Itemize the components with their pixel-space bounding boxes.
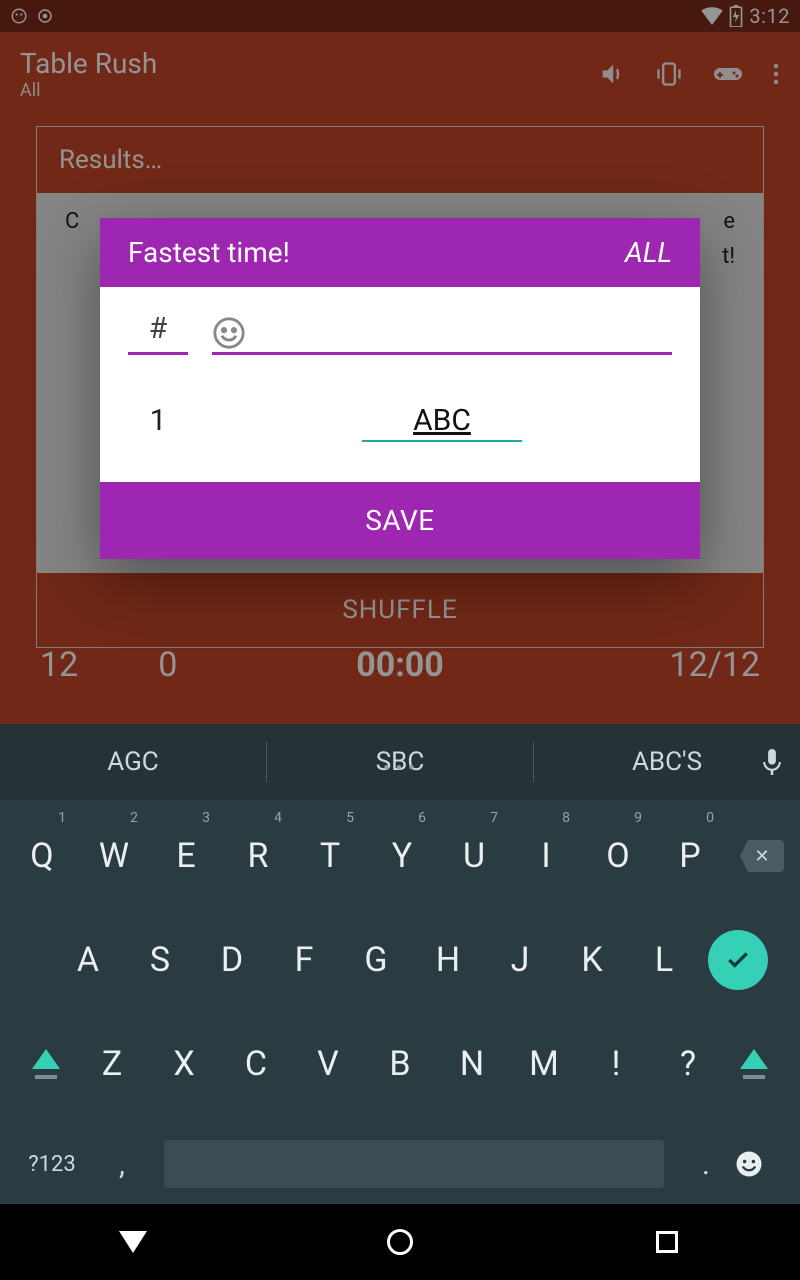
app-bar: Table Rush All xyxy=(0,32,800,116)
key-t[interactable]: 5T xyxy=(294,804,366,908)
shift-key-right[interactable] xyxy=(724,1012,784,1116)
key-w[interactable]: 2W xyxy=(78,804,150,908)
key-d[interactable]: D xyxy=(196,908,268,1012)
rank-value: 1 xyxy=(128,403,188,438)
key-x[interactable]: X xyxy=(148,1012,220,1116)
key-exclaim[interactable]: ! xyxy=(580,1012,652,1116)
key-q[interactable]: 1Q xyxy=(6,804,78,908)
nav-back-button[interactable] xyxy=(73,1218,193,1266)
battery-icon xyxy=(729,5,743,27)
key-y[interactable]: 6Y xyxy=(366,804,438,908)
volume-icon[interactable] xyxy=(598,60,626,88)
status-dot-icon xyxy=(36,7,54,25)
suggestion-bar: AGC SBC ● ● ● ABC'S xyxy=(0,724,800,800)
space-key[interactable] xyxy=(164,1140,664,1188)
key-i[interactable]: 8I xyxy=(510,804,582,908)
status-bar: 3:12 xyxy=(0,0,800,32)
stat-timer: 00:00 xyxy=(220,645,580,685)
name-input[interactable] xyxy=(362,399,522,442)
key-g[interactable]: G xyxy=(340,908,412,1012)
key-z[interactable]: Z xyxy=(76,1012,148,1116)
key-e[interactable]: 3E xyxy=(150,804,222,908)
shuffle-button[interactable]: SHUFFLE xyxy=(37,573,763,647)
key-r[interactable]: 4R xyxy=(222,804,294,908)
suggestion-3[interactable]: ABC'S xyxy=(534,747,800,777)
key-a[interactable]: A xyxy=(52,908,124,1012)
navigation-bar xyxy=(0,1204,800,1280)
key-o[interactable]: 9O xyxy=(582,804,654,908)
key-b[interactable]: B xyxy=(364,1012,436,1116)
key-question[interactable]: ? xyxy=(652,1012,724,1116)
stat-correct: 12 xyxy=(40,645,78,685)
nav-home-button[interactable] xyxy=(340,1218,460,1266)
nav-recent-button[interactable] xyxy=(607,1218,727,1266)
comma-key[interactable]: , xyxy=(94,1147,150,1182)
fastest-time-dialog: Fastest time! ALL # 1 SAVE xyxy=(100,218,700,559)
gamepad-icon[interactable] xyxy=(712,62,744,86)
key-u[interactable]: 7U xyxy=(438,804,510,908)
key-j[interactable]: J xyxy=(484,908,556,1012)
shift-key-left[interactable] xyxy=(16,1012,76,1116)
accept-key[interactable] xyxy=(708,930,768,990)
mic-icon[interactable] xyxy=(762,749,782,775)
key-v[interactable]: V xyxy=(292,1012,364,1116)
key-n[interactable]: N xyxy=(436,1012,508,1116)
rank-header: # xyxy=(128,311,188,355)
key-s[interactable]: S xyxy=(124,908,196,1012)
stat-wrong: 0 xyxy=(158,645,177,685)
key-p[interactable]: 0P xyxy=(654,804,726,908)
key-h[interactable]: H xyxy=(412,908,484,1012)
backspace-key[interactable]: ✕ xyxy=(726,804,798,908)
dialog-title: Fastest time! xyxy=(128,236,625,269)
vibrate-icon[interactable] xyxy=(654,60,684,88)
overflow-menu-icon[interactable] xyxy=(772,62,780,86)
status-clock: 3:12 xyxy=(749,4,790,28)
key-k[interactable]: K xyxy=(556,908,628,1012)
key-c[interactable]: C xyxy=(220,1012,292,1116)
key-m[interactable]: M xyxy=(508,1012,580,1116)
results-header: Results… xyxy=(37,127,763,193)
key-l[interactable]: L xyxy=(628,908,700,1012)
wifi-icon xyxy=(701,7,723,25)
emoji-key[interactable] xyxy=(734,1149,790,1179)
soft-keyboard: AGC SBC ● ● ● ABC'S 1Q2W3E4R5T6Y7U8I9O0P… xyxy=(0,724,800,1204)
app-subtitle: All xyxy=(20,80,157,101)
android-icon xyxy=(10,7,28,25)
key-f[interactable]: F xyxy=(268,908,340,1012)
save-button[interactable]: SAVE xyxy=(100,482,700,559)
name-header xyxy=(212,316,672,355)
smiley-icon xyxy=(212,316,672,350)
suggestion-1[interactable]: AGC xyxy=(0,747,266,777)
suggestion-2[interactable]: SBC ● ● ● xyxy=(267,747,533,777)
app-title: Table Rush xyxy=(20,47,157,80)
stat-progress: 12/12 xyxy=(580,645,760,685)
symbols-key[interactable]: ?123 xyxy=(10,1152,94,1177)
dialog-tag: ALL xyxy=(625,236,672,269)
period-key[interactable]: . xyxy=(678,1147,734,1182)
